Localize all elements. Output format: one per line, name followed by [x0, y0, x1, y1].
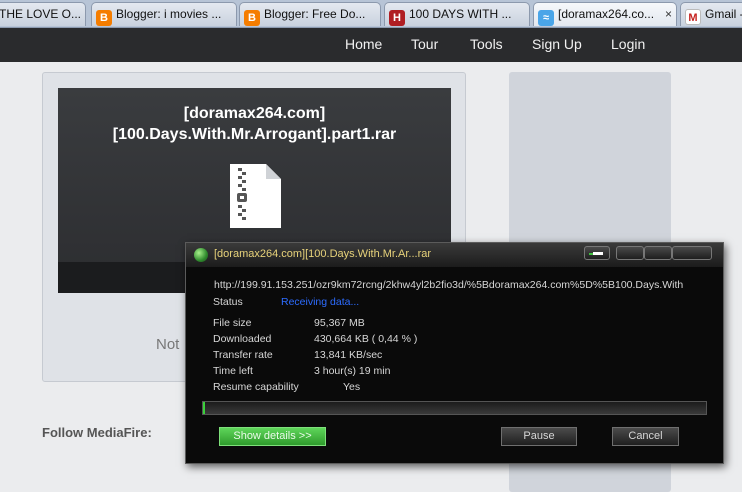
status-label: Status [213, 296, 243, 308]
zip-file-icon [230, 164, 281, 228]
browser-tab-strip: THE LOVE O... B Blogger: i movies ... B Bl… [0, 0, 742, 28]
tab-label: 100 DAYS WITH ... [409, 7, 512, 21]
file-name: [doramax264.com] [100.Days.With.Mr.Arrog… [58, 103, 451, 145]
file-name-line1: [doramax264.com] [183, 105, 326, 122]
blogger-icon: B [244, 10, 260, 26]
downloaded-value: 430,664 KB ( 0,44 % ) [314, 333, 418, 345]
show-details-button[interactable]: Show details >> [219, 427, 326, 446]
mediafire-icon: ≈ [538, 10, 554, 26]
tab-label: [doramax264.co... [558, 7, 655, 21]
dialog-title: [doramax264.com][100.Days.With.Mr.Ar...r… [214, 248, 432, 260]
follow-mediafire-label: Follow MediaFire: [42, 425, 152, 440]
download-url: http://199.91.153.251/ozr9km72rcng/2khw4… [214, 279, 684, 291]
transfer-rate-label: Transfer rate [213, 349, 273, 361]
minimize-button[interactable] [616, 246, 644, 260]
minimize-to-tray-button[interactable] [584, 246, 610, 260]
status-value: Receiving data... [281, 296, 360, 308]
dialog-titlebar[interactable]: [doramax264.com][100.Days.With.Mr.Ar...r… [186, 243, 723, 267]
time-left-value: 3 hour(s) 19 min [314, 365, 391, 377]
transfer-rate-value: 13,841 KB/sec [314, 349, 383, 361]
browser-tab[interactable]: THE LOVE O... [0, 2, 86, 26]
close-icon[interactable]: × [665, 3, 672, 25]
file-size-label: File size [213, 317, 252, 329]
browser-tab[interactable]: M Gmail - [680, 2, 742, 26]
nav-home-link[interactable]: Home [345, 36, 382, 52]
file-size-value: 95,367 MB [314, 317, 365, 329]
nav-signup-link[interactable]: Sign Up [532, 36, 582, 52]
tab-label: THE LOVE O... [0, 7, 82, 21]
tab-label: Blogger: Free Do... [264, 7, 366, 21]
close-button[interactable] [672, 246, 712, 260]
download-dialog: [doramax264.com][100.Days.With.Mr.Ar...r… [185, 242, 724, 464]
progress-fill [203, 402, 205, 414]
blogger-icon: B [96, 10, 112, 26]
download-progress-bar [202, 401, 707, 415]
nav-login-link[interactable]: Login [611, 36, 645, 52]
browser-tab[interactable]: H 100 DAYS WITH ... [384, 2, 530, 26]
site-icon: H [389, 10, 405, 26]
maximize-button[interactable] [644, 246, 672, 260]
site-navbar: Home Tour Tools Sign Up Login [0, 28, 742, 62]
browser-tab[interactable]: B Blogger: Free Do... [239, 2, 381, 26]
browser-tab[interactable]: B Blogger: i movies ... [91, 2, 237, 26]
availability-text: Not [156, 336, 180, 353]
minimize-bar-icon [593, 252, 603, 255]
cancel-button[interactable]: Cancel [612, 427, 679, 446]
nav-tour-link[interactable]: Tour [411, 36, 438, 52]
downloaded-label: Downloaded [213, 333, 272, 345]
nav-tools-link[interactable]: Tools [470, 36, 503, 52]
browser-tab-active[interactable]: ≈ [doramax264.co... × [533, 2, 677, 26]
tab-label: Gmail - [705, 7, 742, 21]
gmail-icon: M [685, 9, 701, 25]
resume-capability-value: Yes [343, 381, 361, 393]
resume-capability-label: Resume capability [213, 381, 299, 393]
download-manager-icon [194, 248, 208, 262]
tab-label: Blogger: i movies ... [116, 7, 222, 21]
time-left-label: Time left [213, 365, 253, 377]
pause-button[interactable]: Pause [501, 427, 577, 446]
tray-indicator-icon [589, 253, 593, 255]
file-name-line2: [100.Days.With.Mr.Arrogant].part1.rar [112, 126, 397, 143]
